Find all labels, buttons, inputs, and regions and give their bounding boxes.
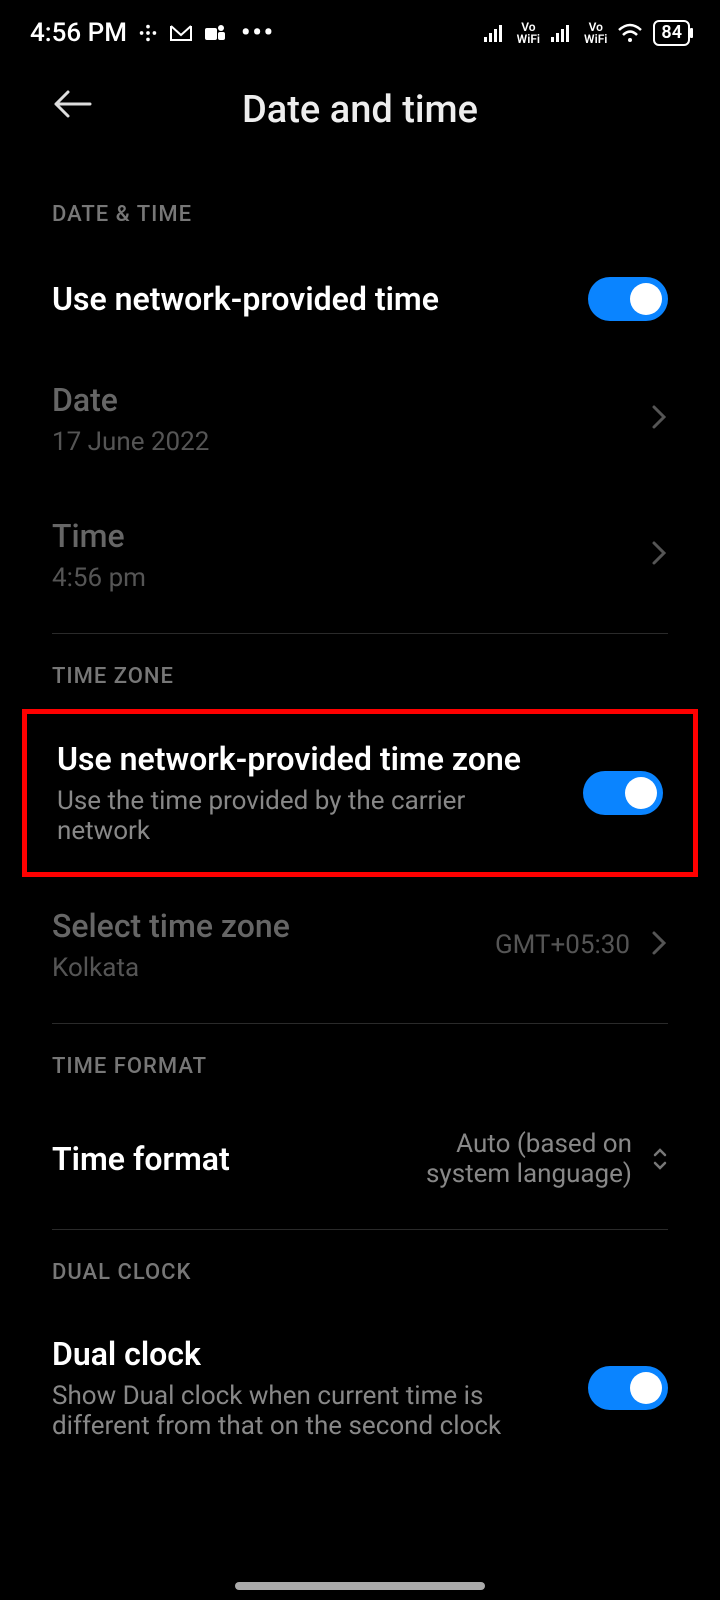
more-notifications-icon: ••• <box>241 18 275 48</box>
gmail-icon <box>169 23 193 43</box>
row-time-value: 4:56 pm <box>52 563 630 593</box>
vowifi-2-icon: Vo WiFi <box>584 21 607 45</box>
battery-percent: 84 <box>661 22 682 43</box>
toggle-network-time[interactable] <box>588 277 668 321</box>
teams-icon <box>203 22 227 44</box>
row-time-title: Time <box>52 517 630 555</box>
row-select-tz-value: GMT+05:30 <box>495 930 630 960</box>
wifi-icon <box>617 23 643 43</box>
back-button[interactable] <box>50 88 94 124</box>
section-header-dual-clock: DUAL CLOCK <box>0 1230 720 1305</box>
row-time[interactable]: Time 4:56 pm <box>0 487 720 623</box>
row-network-time-title: Use network-provided time <box>52 280 568 318</box>
row-date-value: 17 June 2022 <box>52 427 630 457</box>
toggle-network-tz[interactable] <box>583 771 663 815</box>
signal-2-icon <box>550 23 574 43</box>
row-time-format[interactable]: Time format Auto (based on system langua… <box>0 1099 720 1219</box>
status-left: 4:56 PM ••• <box>30 18 275 48</box>
row-time-format-value: Auto (based on system language) <box>372 1129 632 1189</box>
chevron-right-icon <box>650 929 668 961</box>
home-indicator[interactable] <box>235 1582 485 1590</box>
row-dual-clock-title: Dual clock <box>52 1335 568 1373</box>
battery-icon: 84 <box>653 20 690 46</box>
chevron-right-icon <box>650 539 668 571</box>
vowifi-1-icon: Vo WiFi <box>517 21 540 45</box>
row-date[interactable]: Date 17 June 2022 <box>0 351 720 487</box>
signal-1-icon <box>483 23 507 43</box>
page-title: Date and time <box>242 88 478 132</box>
section-header-date-time: DATE & TIME <box>0 172 720 247</box>
slack-icon <box>137 22 159 44</box>
row-network-tz-title: Use network-provided time zone <box>57 740 563 778</box>
section-header-time-format: TIME FORMAT <box>0 1024 720 1099</box>
status-right: Vo WiFi Vo WiFi 84 <box>483 20 690 46</box>
chevron-right-icon <box>650 403 668 435</box>
row-select-tz[interactable]: Select time zone Kolkata GMT+05:30 <box>0 877 720 1013</box>
highlight-annotation: Use network-provided time zone Use the t… <box>22 709 698 877</box>
row-dual-clock[interactable]: Dual clock Show Dual clock when current … <box>0 1305 720 1441</box>
up-down-icon <box>652 1148 668 1170</box>
row-date-title: Date <box>52 381 630 419</box>
row-time-format-title: Time format <box>52 1140 352 1178</box>
row-network-time[interactable]: Use network-provided time <box>0 247 720 351</box>
toggle-dual-clock[interactable] <box>588 1366 668 1410</box>
row-select-tz-sub: Kolkata <box>52 953 475 983</box>
row-dual-clock-sub: Show Dual clock when current time is dif… <box>52 1381 568 1441</box>
page-header: Date and time <box>0 58 720 172</box>
row-network-tz-sub: Use the time provided by the carrier net… <box>57 786 563 846</box>
status-time: 4:56 PM <box>30 18 127 48</box>
row-select-tz-title: Select time zone <box>52 907 475 945</box>
section-header-time-zone: TIME ZONE <box>0 634 720 709</box>
row-network-tz[interactable]: Use network-provided time zone Use the t… <box>27 714 693 872</box>
status-bar: 4:56 PM ••• Vo WiFi Vo WiFi 84 <box>0 0 720 58</box>
